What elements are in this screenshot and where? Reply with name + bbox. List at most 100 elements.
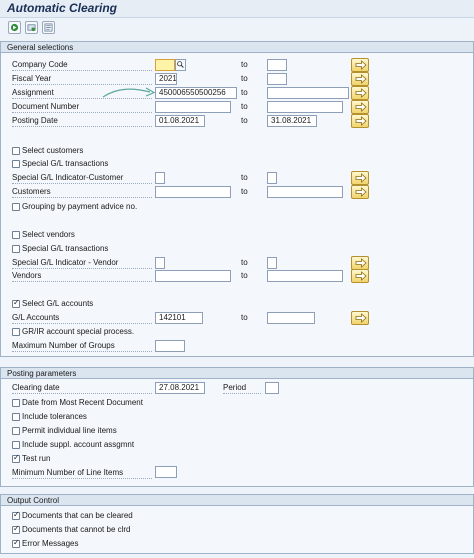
documents-cannot-be-cleared-checkbox[interactable] <box>12 524 20 534</box>
vendors-label: Vendors <box>12 270 152 282</box>
test-run-checkbox[interactable] <box>12 453 20 463</box>
special-gl-transactions-customer-label: Special G/L transactions <box>22 159 109 168</box>
special-gl-indicator-vendor-from-input[interactable] <box>155 257 165 269</box>
company-code-search-help[interactable] <box>175 59 186 71</box>
fiscal-year-multiple-selection-button[interactable] <box>351 72 369 86</box>
customers-to-input[interactable] <box>267 186 343 198</box>
assignment-multiple-selection-button[interactable] <box>351 86 369 100</box>
special-gl-indicator-customer-from-input[interactable] <box>155 172 165 184</box>
customers-multiple-selection-button[interactable] <box>351 185 369 199</box>
posting-date-multiple-selection-button[interactable] <box>351 114 369 128</box>
select-vendors-checkbox[interactable] <box>12 231 20 239</box>
error-messages-checkbox[interactable] <box>12 538 20 548</box>
document-number-label: Document Number <box>12 101 152 113</box>
special-gl-indicator-vendor-multiple-selection-button[interactable] <box>351 256 369 270</box>
document-number-multiple-selection-button[interactable] <box>351 100 369 114</box>
special-gl-indicator-customer-to-input[interactable] <box>267 172 277 184</box>
gr-ir-special-process-checkbox[interactable] <box>12 328 20 336</box>
special-gl-indicator-vendor-to-label: to <box>241 258 248 267</box>
arrow-right-icon <box>355 258 367 268</box>
permit-individual-line-items-label: Permit individual line items <box>22 426 117 435</box>
fiscal-year-to-label: to <box>241 74 248 83</box>
posting-date-to-label: to <box>241 116 248 125</box>
assignment-to-label: to <box>241 88 248 97</box>
document-number-from-input[interactable] <box>155 101 231 113</box>
max-groups-input[interactable] <box>155 340 185 352</box>
arrow-right-icon <box>355 74 367 84</box>
special-gl-transactions-customer-checkbox[interactable] <box>12 160 20 168</box>
clearing-date-input[interactable]: 27.08.2021 <box>155 382 205 394</box>
arrow-right-icon <box>355 60 367 70</box>
execute-icon[interactable] <box>8 21 21 34</box>
vendors-to-label: to <box>241 271 248 280</box>
date-from-recent-document-checkbox[interactable] <box>12 399 20 407</box>
document-number-to-input[interactable] <box>267 101 343 113</box>
error-messages-label: Error Messages <box>22 539 79 548</box>
posting-parameters-header: Posting parameters <box>1 368 473 379</box>
variant-icon[interactable] <box>25 21 38 34</box>
grouping-payment-advice-label: Grouping by payment advice no. <box>22 202 138 211</box>
special-gl-indicator-vendor-label: Special G/L Indicator - Vendor <box>12 257 152 269</box>
date-from-recent-document-label: Date from Most Recent Document <box>22 398 143 407</box>
include-tolerances-label: Include tolerances <box>22 412 87 421</box>
vendors-multiple-selection-button[interactable] <box>351 269 369 283</box>
documents-cannot-be-cleared-label: Documents that cannot be clrd <box>22 525 131 534</box>
select-gl-accounts-checkbox[interactable] <box>12 298 20 308</box>
special-gl-indicator-vendor-to-input[interactable] <box>267 257 277 269</box>
title-bar: Automatic Clearing <box>0 0 474 18</box>
application-toolbar <box>0 18 474 38</box>
gl-accounts-multiple-selection-button[interactable] <box>351 311 369 325</box>
posting-date-to-input[interactable]: 31.08.2021 <box>267 115 317 127</box>
period-input[interactable] <box>265 382 279 394</box>
fiscal-year-to-input[interactable] <box>267 73 287 85</box>
annotation-arrow-icon <box>102 87 156 98</box>
assignment-from-input[interactable]: 450006550500256 <box>155 87 237 99</box>
assignment-to-input[interactable] <box>267 87 349 99</box>
arrow-right-icon <box>355 271 367 281</box>
company-code-to-input[interactable] <box>267 59 287 71</box>
general-selections-header: General selections <box>1 42 473 53</box>
min-line-items-input[interactable] <box>155 466 177 478</box>
vendors-from-input[interactable] <box>155 270 231 282</box>
customers-from-input[interactable] <box>155 186 231 198</box>
special-gl-indicator-customer-multiple-selection-button[interactable] <box>351 171 369 185</box>
grouping-payment-advice-checkbox[interactable] <box>12 203 20 211</box>
vendors-to-input[interactable] <box>267 270 343 282</box>
clearing-date-label: Clearing date <box>12 382 152 394</box>
include-suppl-account-label: Include suppl. account assgmnt <box>22 440 135 449</box>
dynamic-selection-icon[interactable] <box>42 21 55 34</box>
gr-ir-special-process-label: GR/IR account special process. <box>22 327 135 336</box>
select-gl-accounts-label: Select G/L accounts <box>22 299 94 308</box>
gl-accounts-to-input[interactable] <box>267 312 315 324</box>
arrow-right-icon <box>355 88 367 98</box>
company-code-from-input[interactable] <box>155 59 175 71</box>
documents-can-be-cleared-checkbox[interactable] <box>12 510 20 520</box>
fiscal-year-from-input[interactable]: 2021 <box>155 73 177 85</box>
max-groups-label: Maximum Number of Groups <box>12 340 152 352</box>
include-suppl-account-checkbox[interactable] <box>12 441 20 449</box>
company-code-multiple-selection-button[interactable] <box>351 58 369 72</box>
special-gl-transactions-vendor-label: Special G/L transactions <box>22 244 109 253</box>
special-gl-indicator-customer-label: Special G/L Indicator-Customer <box>12 172 152 184</box>
company-code-label: Company Code <box>12 59 152 71</box>
gl-accounts-from-input[interactable]: 142101 <box>155 312 203 324</box>
arrow-right-icon <box>355 313 367 323</box>
posting-date-from-input[interactable]: 01.08.2021 <box>155 115 205 127</box>
include-tolerances-checkbox[interactable] <box>12 413 20 421</box>
customers-label: Customers <box>12 186 152 198</box>
posting-date-label: Posting Date <box>12 115 152 127</box>
special-gl-transactions-vendor-checkbox[interactable] <box>12 245 20 253</box>
permit-individual-line-items-checkbox[interactable] <box>12 427 20 435</box>
arrow-right-icon <box>355 173 367 183</box>
arrow-right-icon <box>355 102 367 112</box>
arrow-right-icon <box>355 187 367 197</box>
select-vendors-label: Select vendors <box>22 230 75 239</box>
output-control-header: Output Control <box>1 495 473 506</box>
company-code-to-label: to <box>241 60 248 69</box>
window-title: Automatic Clearing <box>7 1 118 15</box>
special-gl-indicator-customer-to-label: to <box>241 173 248 182</box>
select-customers-label: Select customers <box>22 146 84 155</box>
gl-accounts-to-label: to <box>241 313 248 322</box>
select-customers-checkbox[interactable] <box>12 147 20 155</box>
arrow-right-icon <box>355 116 367 126</box>
